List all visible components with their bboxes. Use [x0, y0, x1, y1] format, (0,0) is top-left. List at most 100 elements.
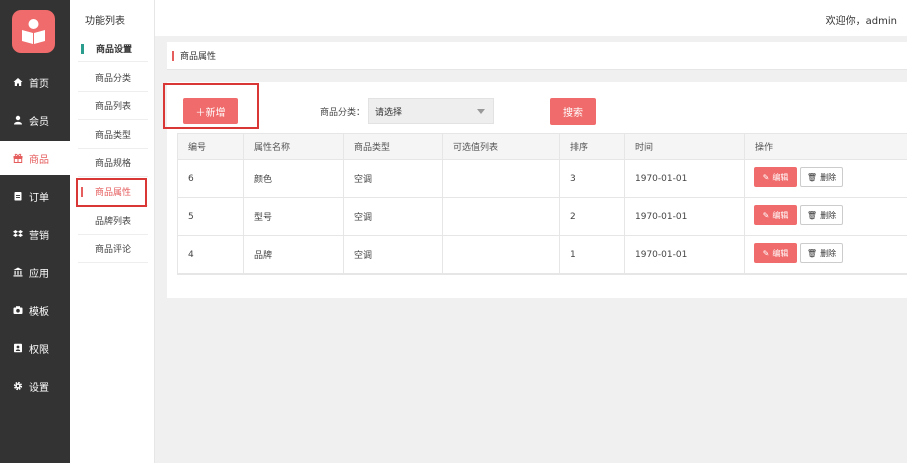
- cell-time: 1970-01-01: [625, 198, 745, 235]
- group-marker: [81, 43, 84, 54]
- cell-time: 1970-01-01: [625, 236, 745, 273]
- nav-item-order[interactable]: 订单: [0, 179, 70, 213]
- edit-button[interactable]: ✎ 编辑: [754, 243, 797, 263]
- category-select[interactable]: 请选择: [368, 98, 494, 124]
- delete-button[interactable]: 🗑 删除: [800, 205, 843, 225]
- cell-actions: ✎ 编辑 🗑 删除: [745, 160, 907, 197]
- nav-item-label: 营销: [29, 230, 49, 242]
- breadcrumb-label: 商品属性: [180, 52, 217, 62]
- pencil-icon: ✎: [762, 172, 770, 182]
- top-bar: 欢迎你，admin: [155, 0, 907, 36]
- highlight-box-subnav: [76, 178, 147, 207]
- delete-label: 删除: [820, 172, 837, 182]
- highlight-box-add: [163, 83, 259, 129]
- cell-id: 5: [178, 198, 244, 235]
- delete-label: 删除: [820, 210, 837, 220]
- cell-type: 空调: [344, 160, 443, 197]
- nav-item-label: 应用: [29, 268, 49, 280]
- nav-item-label: 权限: [29, 344, 49, 356]
- cell-name: 品牌: [244, 236, 344, 273]
- cell-values: [443, 198, 560, 235]
- nav-item-permission[interactable]: 权限: [0, 331, 70, 365]
- subnav-item-category[interactable]: 商品分类: [78, 64, 148, 92]
- nav-item-label: 会员: [29, 116, 49, 128]
- cell-sort: 3: [560, 160, 625, 197]
- nav-item-template[interactable]: 模板: [0, 293, 70, 327]
- cell-id: 6: [178, 160, 244, 197]
- cell-actions: ✎ 编辑 🗑 删除: [745, 236, 907, 273]
- cell-values: [443, 160, 560, 197]
- nav-item-apps[interactable]: 应用: [0, 255, 70, 289]
- trash-icon: 🗑: [806, 248, 818, 258]
- edit-button[interactable]: ✎ 编辑: [754, 205, 797, 225]
- nav-item-label: 模板: [29, 306, 49, 318]
- attribute-table: 编号 属性名称 商品类型 可选值列表 排序 时间 操作 6 颜色 空调 3 19…: [177, 133, 907, 275]
- nav-item-label: 订单: [29, 192, 49, 204]
- delete-button[interactable]: 🗑 删除: [800, 243, 843, 263]
- main-sidebar: 首页 会员 商品 订单 营销 应用 模板 权限 设置: [0, 0, 70, 463]
- home-icon: [13, 77, 23, 87]
- column-header-actions: 操作: [755, 143, 774, 153]
- id-card-icon: [13, 343, 23, 353]
- app-logo[interactable]: [12, 10, 55, 53]
- gift-icon: [13, 153, 23, 163]
- cell-name: 颜色: [244, 160, 344, 197]
- subnav-group-header[interactable]: 商品设置: [78, 36, 148, 62]
- cell-actions: ✎ 编辑 🗑 删除: [745, 198, 907, 235]
- edit-button[interactable]: ✎ 编辑: [754, 167, 797, 187]
- category-filter-label: 商品分类：: [320, 108, 366, 118]
- cell-name: 型号: [244, 198, 344, 235]
- category-select-value: 请选择: [375, 107, 403, 118]
- column-header-time: 时间: [625, 134, 745, 159]
- book-icon: [22, 19, 45, 44]
- trash-icon: 🗑: [806, 172, 818, 182]
- camera-icon: [13, 305, 23, 315]
- chevron-down-icon: [477, 109, 485, 114]
- column-header-values: 可选值列表: [443, 134, 560, 159]
- table-row: 4 品牌 空调 1 1970-01-01 ✎ 编辑 🗑 删除: [178, 236, 907, 274]
- subnav-item-brand-list[interactable]: 品牌列表: [78, 207, 148, 235]
- column-header-name: 属性名称: [244, 134, 344, 159]
- user-icon: [13, 115, 23, 125]
- delete-button[interactable]: 🗑 删除: [800, 167, 843, 187]
- subnav-item-goods-review[interactable]: 商品评论: [78, 235, 148, 263]
- nav-item-goods[interactable]: 商品: [0, 141, 70, 175]
- bank-icon: [13, 267, 23, 277]
- trash-icon: 🗑: [806, 210, 818, 220]
- cell-type: 空调: [344, 198, 443, 235]
- table-row: 5 型号 空调 2 1970-01-01 ✎ 编辑 🗑 删除: [178, 198, 907, 236]
- nav-item-label: 商品: [29, 154, 49, 166]
- welcome-text: 欢迎你，admin: [825, 16, 897, 27]
- edit-label: 编辑: [772, 248, 789, 258]
- gear-icon: [13, 381, 23, 391]
- search-button[interactable]: 搜索: [550, 98, 596, 125]
- cell-id: 4: [178, 236, 244, 273]
- sidebar-title: 功能列表: [85, 16, 125, 27]
- nav-item-marketing[interactable]: 营销: [0, 217, 70, 251]
- breadcrumb: 商品属性: [167, 42, 907, 70]
- edit-label: 编辑: [772, 210, 789, 220]
- nav-item-settings[interactable]: 设置: [0, 369, 70, 403]
- nav-item-member[interactable]: 会员: [0, 103, 70, 137]
- dropbox-icon: [13, 229, 23, 239]
- nav-item-label: 设置: [29, 382, 49, 394]
- table-row: 6 颜色 空调 3 1970-01-01 ✎ 编辑 🗑 删除: [178, 160, 907, 198]
- subnav-item-goods-type[interactable]: 商品类型: [78, 121, 148, 149]
- nav-item-home[interactable]: 首页: [0, 65, 70, 99]
- nav-item-label: 首页: [29, 78, 49, 90]
- cell-type: 空调: [344, 236, 443, 273]
- column-header-type: 商品类型: [344, 134, 443, 159]
- table-header: 编号 属性名称 商品类型 可选值列表 排序 时间 操作: [178, 134, 907, 160]
- column-header-id: 编号: [178, 134, 244, 159]
- subnav-item-goods-list[interactable]: 商品列表: [78, 92, 148, 120]
- edit-label: 编辑: [772, 172, 789, 182]
- subnav-group-label: 商品设置: [96, 45, 133, 55]
- cell-sort: 2: [560, 198, 625, 235]
- sub-sidebar: 功能列表 商品设置 商品分类 商品列表 商品类型 商品规格 商品属性 品牌列表 …: [70, 0, 155, 463]
- breadcrumb-marker: [172, 50, 174, 61]
- clipboard-icon: [13, 191, 23, 201]
- subnav-item-goods-spec[interactable]: 商品规格: [78, 149, 148, 177]
- cell-values: [443, 236, 560, 273]
- column-header-sort: 排序: [560, 134, 625, 159]
- delete-label: 删除: [820, 248, 837, 258]
